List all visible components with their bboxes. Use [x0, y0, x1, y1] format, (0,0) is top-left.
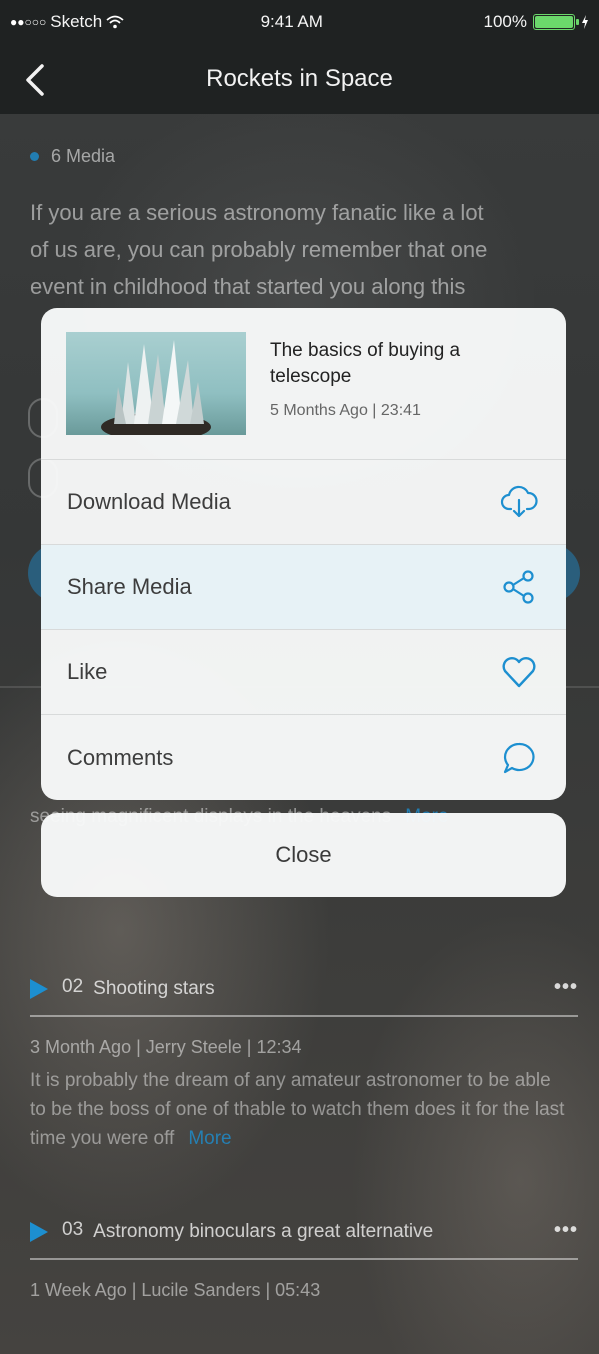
bullet-dot-icon [30, 152, 39, 161]
more-options-icon[interactable]: ••• [554, 1219, 578, 1242]
intro-line: If you are a serious astronomy fanatic l… [30, 200, 484, 225]
status-right: 100% [484, 12, 589, 32]
episode-description: It is probably the dream of any amateur … [30, 1066, 570, 1153]
sheet-media-info: The basics of buying a telescope 5 Month… [270, 338, 541, 420]
heart-icon [502, 657, 536, 688]
download-media-button[interactable]: Download Media [41, 460, 566, 545]
share-icon [503, 570, 534, 604]
episode-meta: 1 Week Ago | Lucile Sanders | 05:43 [30, 1280, 321, 1300]
episode-title: Shooting stars [93, 978, 215, 999]
media-count: 6 Media [30, 146, 115, 167]
like-button[interactable]: Like [41, 630, 566, 715]
episode-description-text: It is probably the dream of any amateur … [30, 1070, 565, 1149]
play-icon[interactable] [30, 1222, 48, 1242]
play-icon[interactable] [30, 979, 48, 999]
crystal-image-icon [101, 340, 211, 435]
navigation-bar: Rockets in Space [0, 44, 599, 114]
episode-number: 03 [62, 1219, 84, 1240]
media-thumbnail [66, 332, 246, 435]
episode-number: 02 [62, 976, 84, 997]
episode-item[interactable]: 03 Astronomy binoculars a great alternat… [30, 1219, 578, 1301]
download-media-label: Download Media [67, 489, 231, 514]
status-bar: ●●○○○ Sketch 9:41 AM 100% [0, 0, 599, 44]
more-link[interactable]: More [188, 1128, 231, 1149]
battery-icon [533, 14, 579, 30]
intro-line: event in childhood that started you alon… [30, 274, 466, 299]
more-options-icon[interactable]: ••• [554, 976, 578, 999]
battery-percent: 100% [483, 12, 527, 31]
episode-title: Astronomy binoculars a great alternative [93, 1221, 434, 1242]
share-media-button[interactable]: Share Media [41, 545, 566, 630]
action-sheet: The basics of buying a telescope 5 Month… [41, 308, 566, 800]
close-button[interactable]: Close [41, 813, 566, 897]
comments-label: Comments [67, 744, 174, 770]
media-meta: 5 Months Ago | 23:41 [270, 402, 421, 419]
status-time: 9:41 AM [260, 12, 323, 31]
episode-item[interactable]: 02 Shooting stars ••• 3 Month Ago | Jerr… [30, 976, 578, 1153]
signal-icon: ●●○○○ [10, 15, 47, 29]
carrier-name: Sketch [50, 12, 103, 31]
charging-icon [582, 15, 588, 29]
media-count-label: 6 Media [51, 146, 116, 166]
intro-line: of us are, you can probably remember tha… [30, 237, 488, 262]
back-chevron-icon[interactable] [18, 62, 54, 98]
page-title: Rockets in Space [206, 65, 393, 92]
sheet-media-header: The basics of buying a telescope 5 Month… [41, 308, 566, 460]
intro-text: If you are a serious astronomy fanatic l… [30, 194, 575, 305]
comment-icon [503, 742, 535, 773]
episode-meta: 3 Month Ago | Jerry Steele | 12:34 [30, 1037, 302, 1057]
episode-header: 02 Shooting stars ••• [30, 976, 578, 1017]
comments-button[interactable]: Comments [41, 715, 566, 800]
like-label: Like [67, 659, 108, 684]
media-title: The basics of buying a telescope [270, 340, 461, 387]
episode-header: 03 Astronomy binoculars a great alternat… [30, 1219, 578, 1260]
cloud-download-icon [500, 485, 538, 518]
share-media-label: Share Media [67, 574, 192, 599]
